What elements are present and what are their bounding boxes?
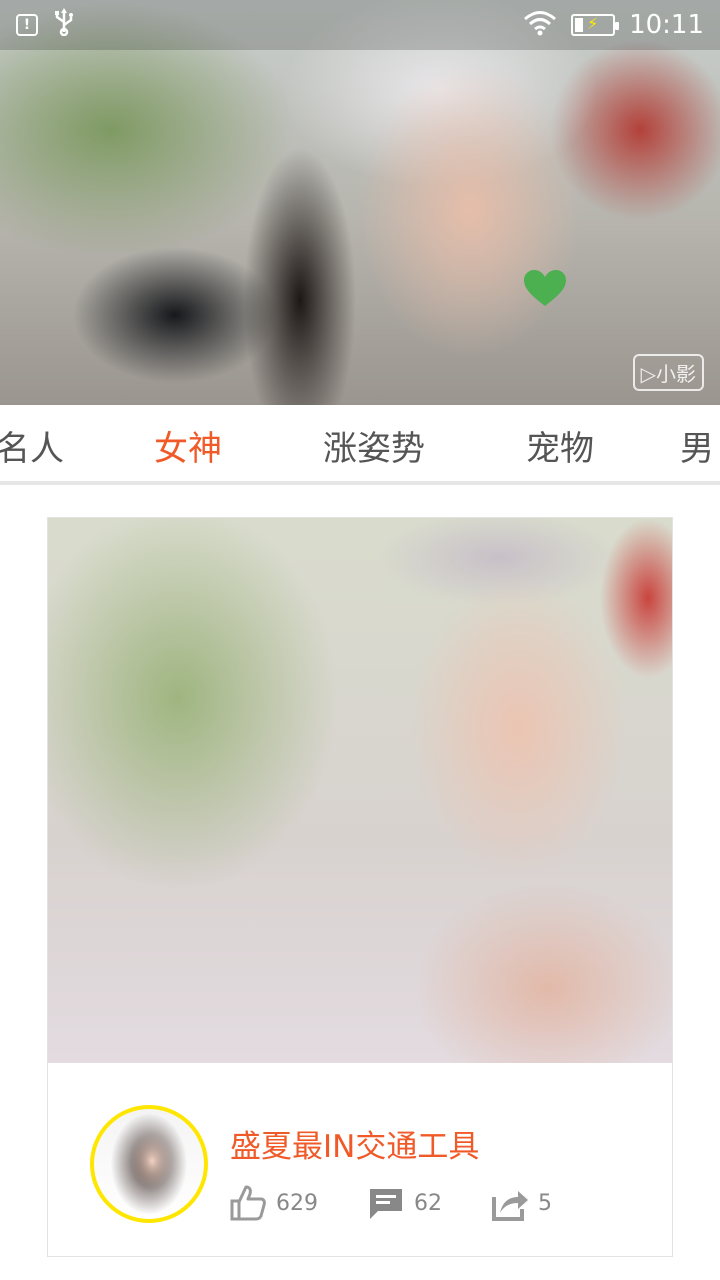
wifi-icon bbox=[523, 10, 557, 40]
battery-charging-icon: ⚡ bbox=[571, 14, 620, 36]
usb-icon bbox=[52, 8, 76, 42]
status-bar: ! ⚡ 10:11 bbox=[0, 0, 720, 50]
like-count: 629 bbox=[276, 1190, 318, 1216]
category-tabs: 名人 女神 涨姿势 宠物 男 bbox=[0, 405, 720, 485]
card-stats: 629 62 5 bbox=[228, 1183, 600, 1223]
card-title[interactable]: 盛夏最IN交通工具 bbox=[230, 1121, 479, 1166]
avatar[interactable] bbox=[90, 1105, 208, 1223]
card-footer: 盛夏最IN交通工具 629 62 5 bbox=[48, 1063, 672, 1256]
tab-goddess[interactable]: 女神 bbox=[104, 405, 272, 481]
tab-pose[interactable]: 涨姿势 bbox=[300, 405, 448, 481]
video-thumbnail[interactable] bbox=[48, 518, 672, 1063]
like-stat[interactable]: 629 bbox=[228, 1183, 318, 1223]
thumbs-up-icon bbox=[230, 1185, 266, 1221]
tab-pets[interactable]: 宠物 bbox=[490, 405, 630, 481]
heart-icon[interactable] bbox=[522, 268, 568, 308]
active-tab-indicator bbox=[104, 481, 272, 485]
video-card[interactable]: 盛夏最IN交通工具 629 62 5 bbox=[47, 517, 673, 1257]
notification-icon: ! bbox=[16, 14, 38, 36]
app-root: ▷小影 ! ⚡ 10:11 名人 女神 涨姿势 宠物 男 盛夏最IN交通工具 6… bbox=[0, 0, 720, 1280]
share-icon bbox=[492, 1191, 528, 1221]
comment-count: 62 bbox=[414, 1190, 442, 1216]
tab-celebrity[interactable]: 名人 bbox=[0, 405, 80, 481]
share-count: 5 bbox=[538, 1190, 552, 1216]
comment-icon bbox=[370, 1189, 402, 1219]
hero-video-banner[interactable]: ▷小影 bbox=[0, 0, 720, 405]
share-stat[interactable]: 5 bbox=[490, 1183, 552, 1223]
comment-stat[interactable]: 62 bbox=[366, 1183, 442, 1223]
status-time: 10:11 bbox=[629, 10, 704, 40]
tab-male[interactable]: 男 bbox=[680, 405, 720, 481]
video-watermark: ▷小影 bbox=[632, 354, 704, 391]
